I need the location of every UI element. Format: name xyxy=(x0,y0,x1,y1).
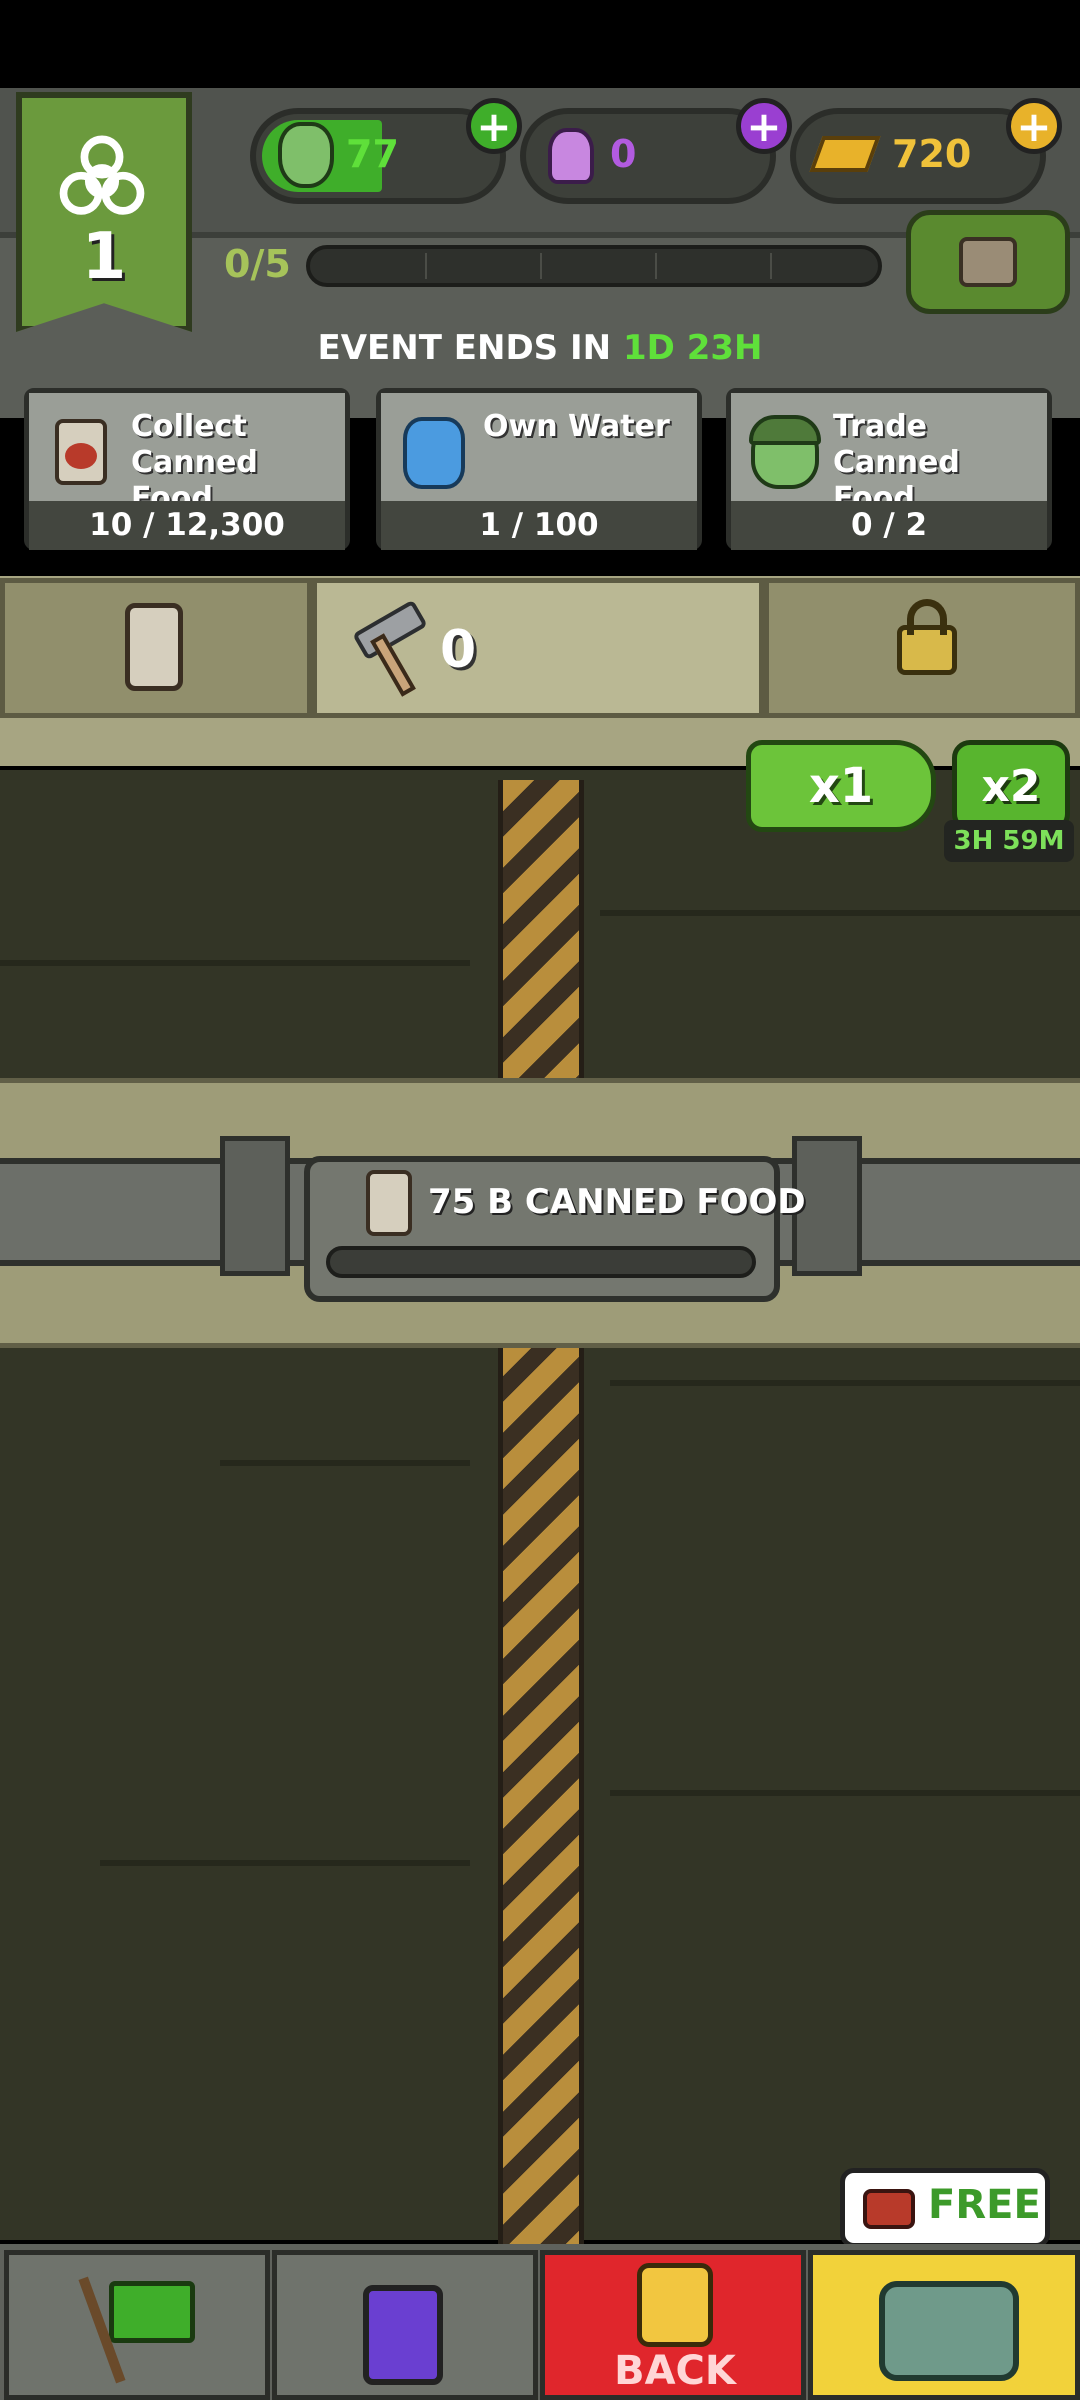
hammer-count: 0 xyxy=(440,620,477,680)
nav-chest-button[interactable] xyxy=(808,2250,1080,2400)
free-label: FREE xyxy=(928,2182,1041,2228)
add-zombies-button[interactable]: + xyxy=(466,98,522,154)
treasure-chest-icon xyxy=(879,2281,1019,2381)
x2-timer: 3H 59M xyxy=(944,820,1074,862)
task-collect-canned-food[interactable]: Collect Canned Food 10 / 12,300 xyxy=(24,388,350,550)
nav-missions-button[interactable] xyxy=(4,2250,270,2400)
collect-label: 75 B CANNED FOOD xyxy=(428,1182,806,1222)
add-potion-button[interactable]: + xyxy=(736,98,792,154)
task-progress: 1 / 100 xyxy=(381,501,697,550)
soldier-zombie-icon xyxy=(743,405,823,491)
collect-progress-bar xyxy=(326,1246,756,1278)
zombie-head-icon xyxy=(278,122,334,188)
dynamite-icon xyxy=(863,2189,915,2229)
cards-icon xyxy=(363,2285,443,2385)
chest-icon xyxy=(959,237,1017,287)
potion-icon xyxy=(548,128,594,184)
task-own-water[interactable]: Own Water 1 / 100 xyxy=(376,388,702,550)
rope-segment xyxy=(498,1345,584,2245)
nav-cards-button[interactable] xyxy=(272,2250,538,2400)
add-gold-button[interactable]: + xyxy=(1006,98,1062,154)
gold-bars-icon xyxy=(809,136,881,172)
reward-chest-button[interactable] xyxy=(906,210,1070,314)
speed-x2-button[interactable]: x2 xyxy=(952,740,1070,832)
status-bar xyxy=(0,0,1080,88)
speed-x1-button[interactable]: x1 xyxy=(746,740,936,832)
canned-food-icon xyxy=(366,1170,412,1236)
potion-count: 0 xyxy=(610,132,637,176)
tab-canned-food[interactable] xyxy=(0,578,312,718)
back-label: BACK xyxy=(614,2348,736,2394)
task-title: Own Water xyxy=(483,409,670,444)
event-timer: EVENT ENDS IN 1D 23H xyxy=(0,328,1080,368)
progress-label: 0/5 xyxy=(224,242,291,286)
tab-hammer[interactable] xyxy=(312,578,764,718)
event-timer-label: EVENT ENDS IN xyxy=(317,328,612,368)
event-progress-bar xyxy=(306,245,882,287)
task-trade-canned-food[interactable]: Trade Canned Food 0 / 2 xyxy=(726,388,1052,550)
task-progress: 0 / 2 xyxy=(731,501,1047,550)
hammer-icon xyxy=(347,599,437,697)
event-timer-hours: 23H xyxy=(686,328,763,368)
pipe-clamp xyxy=(220,1136,290,1276)
canned-food-icon xyxy=(41,405,121,491)
level-banner[interactable] xyxy=(16,92,192,332)
canned-food-icon xyxy=(125,603,183,691)
tab-locked[interactable] xyxy=(764,578,1080,718)
flag-icon xyxy=(109,2281,195,2343)
event-timer-days: 1D xyxy=(622,328,675,368)
water-jug-icon xyxy=(393,405,473,491)
task-progress: 10 / 12,300 xyxy=(29,501,345,550)
biohazard-icon xyxy=(59,135,145,215)
gold-count: 720 xyxy=(892,132,972,176)
level-number: 1 xyxy=(81,220,127,294)
fist-icon xyxy=(637,2263,713,2347)
zombie-count: 77 xyxy=(346,132,399,176)
rope-segment xyxy=(498,780,584,1080)
